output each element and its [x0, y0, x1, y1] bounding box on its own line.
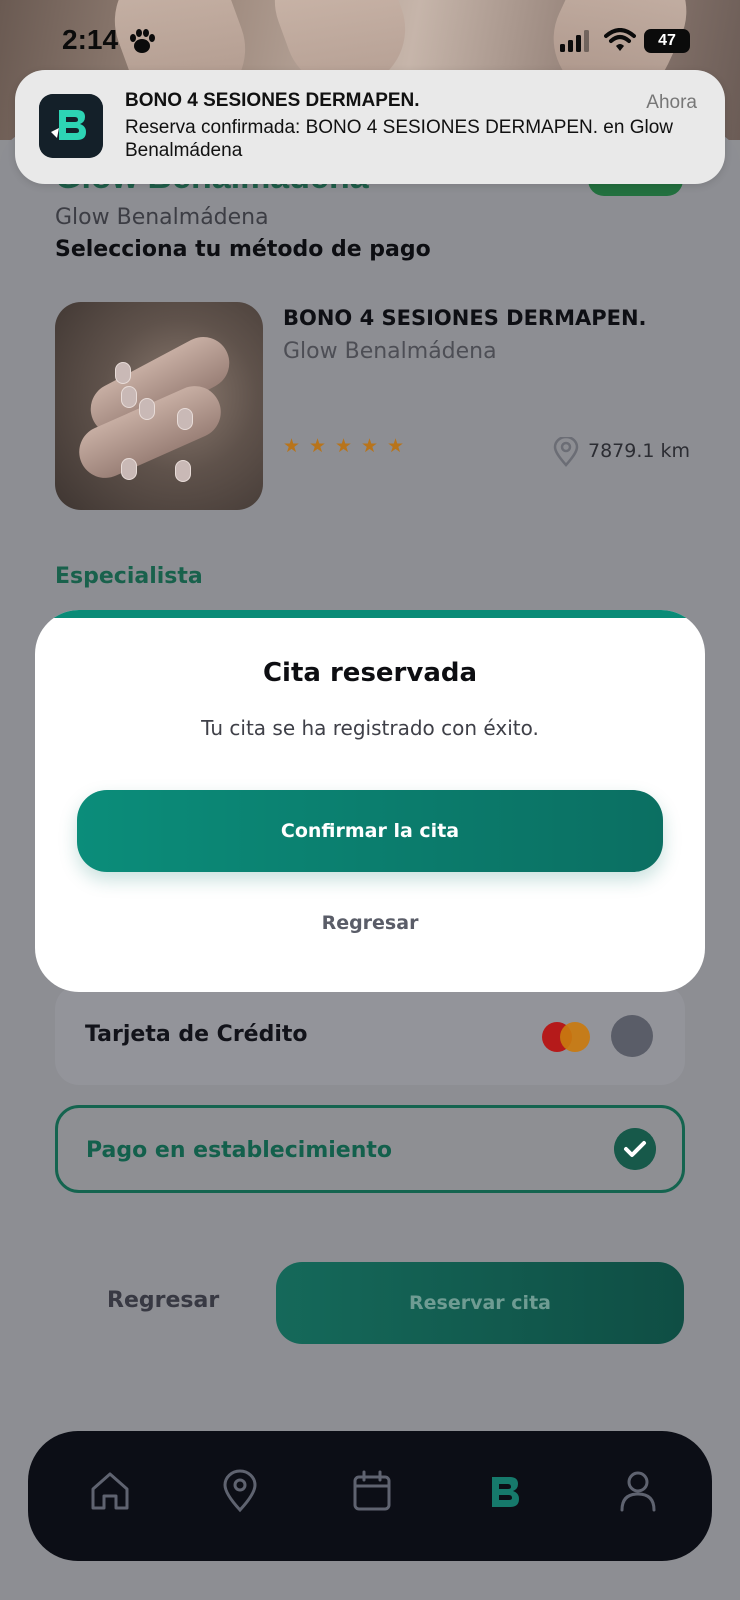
dialog-accent-bar [35, 610, 705, 618]
home-icon[interactable] [88, 1469, 132, 1513]
specialist-heading: Especialista [55, 564, 203, 589]
brand-b-icon [39, 94, 103, 158]
paw-icon [130, 29, 155, 53]
image-nail [139, 398, 155, 420]
payment-option-label: Tarjeta de Crédito [85, 1022, 308, 1047]
dialog-message: Tu cita se ha registrado con éxito. [201, 716, 539, 740]
back-link[interactable]: Regresar [107, 1288, 219, 1313]
service-image [55, 302, 263, 510]
map-pin-icon[interactable] [218, 1469, 262, 1513]
star-icon: ★ [335, 435, 353, 457]
image-nail [175, 460, 191, 482]
notification-body: Reserva confirmada: BONO 4 SESIONES DERM… [125, 117, 674, 161]
wifi-icon [604, 28, 636, 51]
bottom-navigation [28, 1431, 712, 1561]
mastercard-circle-orange [560, 1022, 590, 1052]
notification-title: BONO 4 SESIONES DERMAPEN. [125, 90, 420, 111]
user-icon[interactable] [616, 1469, 660, 1513]
star-icon: ★ [361, 435, 379, 457]
rating-stars: ★ ★ ★ ★ ★ [283, 437, 406, 456]
reserve-appointment-button[interactable]: Reservar cita [276, 1262, 684, 1344]
status-bar: 2:14 47 [0, 0, 740, 80]
dialog-back-button[interactable]: Regresar [35, 912, 705, 934]
location-pin-icon [553, 437, 579, 467]
image-nail [121, 386, 137, 408]
notification-time: Ahora [646, 92, 697, 113]
push-notification[interactable]: BONO 4 SESIONES DERMAPEN. Ahora Reserva … [15, 70, 725, 184]
star-icon: ★ [387, 435, 405, 457]
payment-option-credit-card[interactable]: Tarjeta de Crédito [55, 985, 685, 1085]
calendar-icon[interactable] [350, 1469, 394, 1513]
image-nail [177, 408, 193, 430]
distance-value: 7879.1 km [588, 440, 691, 462]
image-nail [115, 362, 131, 384]
checkmark-icon[interactable] [614, 1128, 656, 1170]
payment-option-pay-in-store[interactable]: Pago en establecimiento [55, 1105, 685, 1193]
payment-option-label: Pago en establecimiento [86, 1138, 392, 1163]
radio-unselected[interactable] [611, 1015, 653, 1057]
dialog-title: Cita reservada [262, 658, 478, 688]
star-icon: ★ [309, 435, 327, 457]
service-name: BONO 4 SESIONES DERMAPEN. [283, 306, 647, 330]
brand-b-icon[interactable] [482, 1469, 526, 1513]
payment-method-heading: Selecciona tu método de pago [55, 237, 431, 262]
signal-icon [560, 30, 589, 52]
shop-subtitle: Glow Benalmádena [55, 205, 269, 230]
booking-confirmed-dialog: Cita reservada Tu cita se ha registrado … [35, 610, 705, 992]
confirm-appointment-button[interactable]: Confirmar la cita [77, 790, 663, 872]
battery-icon: 47 [644, 29, 690, 53]
status-time: 2:14 [62, 24, 119, 55]
service-location: Glow Benalmádena [283, 339, 497, 364]
star-icon: ★ [283, 435, 301, 457]
mastercard-icon [542, 1022, 590, 1052]
image-nail [121, 458, 137, 480]
